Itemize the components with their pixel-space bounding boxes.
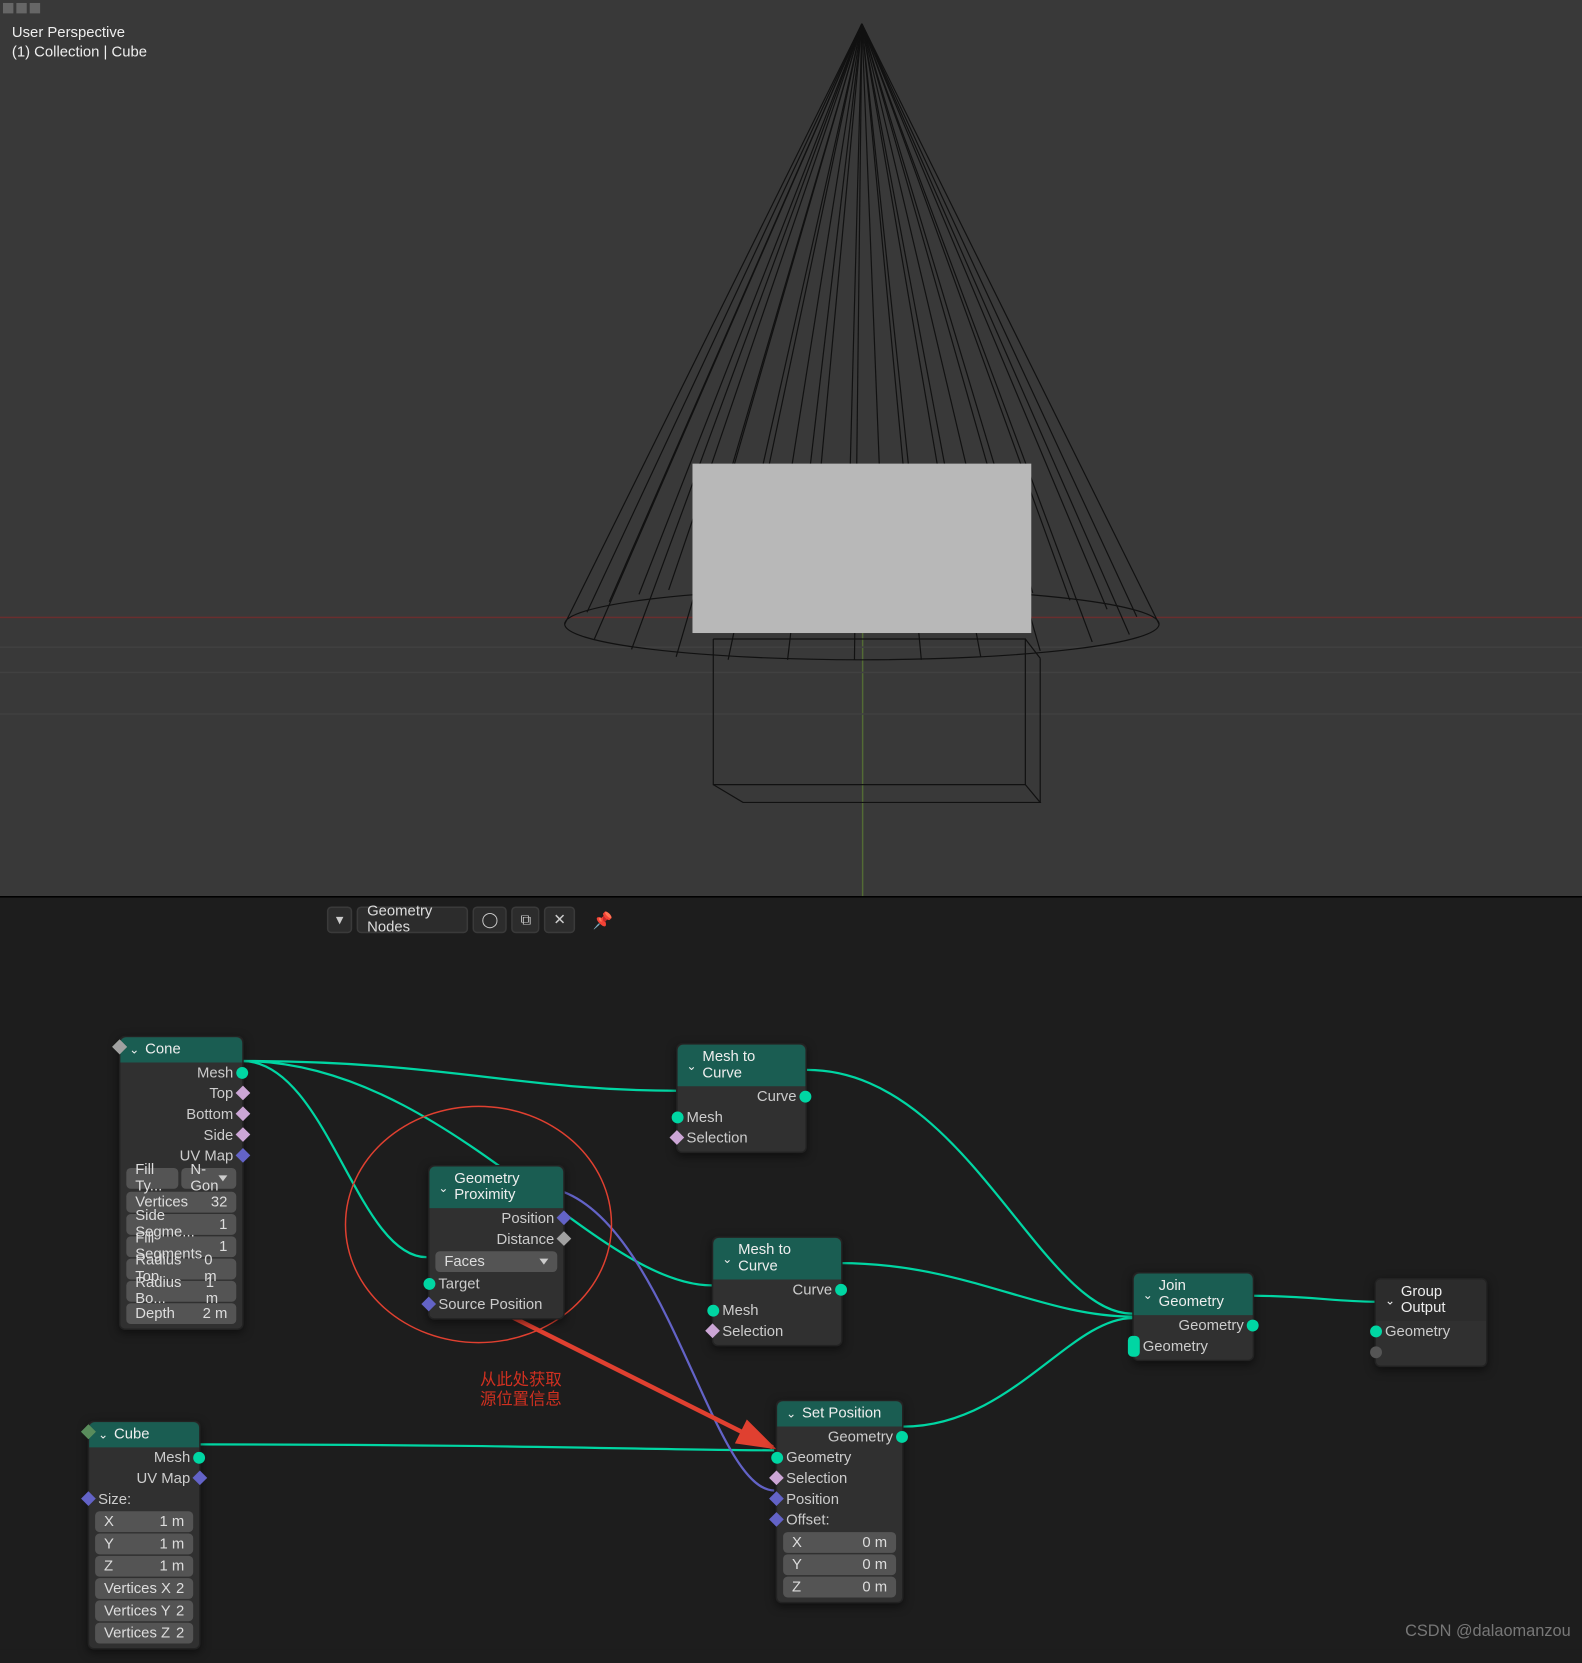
annotation-text: 从此处获取源位置信息 <box>480 1372 562 1411</box>
offset-z[interactable]: Z0 m <box>783 1577 896 1598</box>
chevron-down-icon[interactable]: ⌄ <box>1143 1288 1153 1301</box>
cube-y[interactable]: Y1 m <box>95 1534 193 1555</box>
node-join-geometry[interactable]: ⌄Join Geometry Geometry Geometry <box>1132 1272 1254 1361</box>
node-cone[interactable]: ⌄Cone Mesh Top Bottom Side UV Map Fill T… <box>119 1036 244 1330</box>
chevron-down-icon[interactable]: ⌄ <box>438 1181 448 1194</box>
wireframe <box>0 0 1582 896</box>
node-cube[interactable]: ⌄Cube Mesh UV Map Size: X1 m Y1 m Z1 m V… <box>88 1421 201 1650</box>
fill-type-dropdown[interactable]: N-Gon <box>181 1168 236 1189</box>
chevron-down-icon[interactable]: ⌄ <box>98 1428 108 1441</box>
cube-face <box>692 464 1031 633</box>
chevron-down-icon[interactable]: ⌄ <box>687 1059 697 1072</box>
offset-y[interactable]: Y0 m <box>783 1554 896 1575</box>
cube-x[interactable]: X1 m <box>95 1511 193 1532</box>
3d-viewport[interactable]: User Perspective (1) Collection | Cube <box>0 0 1582 896</box>
chevron-down-icon[interactable]: ⌄ <box>722 1252 732 1265</box>
offset-x[interactable]: X0 m <box>783 1532 896 1553</box>
pin-icon[interactable]: 📌 <box>593 910 613 929</box>
chevron-down-icon[interactable]: ⌄ <box>786 1407 796 1420</box>
node-group-output[interactable]: ⌄Group Output Geometry <box>1375 1278 1488 1367</box>
shield-icon[interactable]: ◯ <box>473 906 507 933</box>
watermark: CSDN @dalaomanzou <box>1405 1623 1571 1641</box>
cube-vy[interactable]: Vertices Y2 <box>95 1600 193 1621</box>
node-mesh-to-curve-2[interactable]: ⌄Mesh to Curve Curve Mesh Selection <box>712 1236 843 1346</box>
chevron-down-icon[interactable]: ⌄ <box>1385 1294 1395 1307</box>
node-header: ▾ Geometry Nodes ◯ ⧉ ✕ 📌 <box>327 906 613 933</box>
fill-type-label: Fill Ty... <box>126 1168 178 1189</box>
nodetree-name[interactable]: Geometry Nodes <box>357 906 468 933</box>
proximity-mode-dropdown[interactable]: Faces <box>435 1251 557 1272</box>
chevron-down-icon[interactable]: ⌄ <box>129 1043 139 1056</box>
close-icon[interactable]: ✕ <box>544 906 574 933</box>
node-mesh-to-curve-1[interactable]: ⌄Mesh to Curve Curve Mesh Selection <box>676 1043 807 1153</box>
radius-bot-field[interactable]: Radius Bo...1 m <box>126 1281 236 1302</box>
node-geometry-proximity[interactable]: ⌄Geometry Proximity Position Distance Fa… <box>428 1165 565 1320</box>
cube-z[interactable]: Z1 m <box>95 1556 193 1577</box>
copy-icon[interactable]: ⧉ <box>512 906 540 933</box>
browse-button[interactable]: ▾ <box>327 906 352 933</box>
node-editor[interactable]: ▾ Geometry Nodes ◯ ⧉ ✕ 📌 从此处获取源位置 <box>0 896 1582 1649</box>
cube-vz[interactable]: Vertices Z2 <box>95 1623 193 1644</box>
node-set-position[interactable]: ⌄Set Position Geometry Geometry Selectio… <box>776 1400 904 1604</box>
cube-vx[interactable]: Vertices X2 <box>95 1578 193 1599</box>
